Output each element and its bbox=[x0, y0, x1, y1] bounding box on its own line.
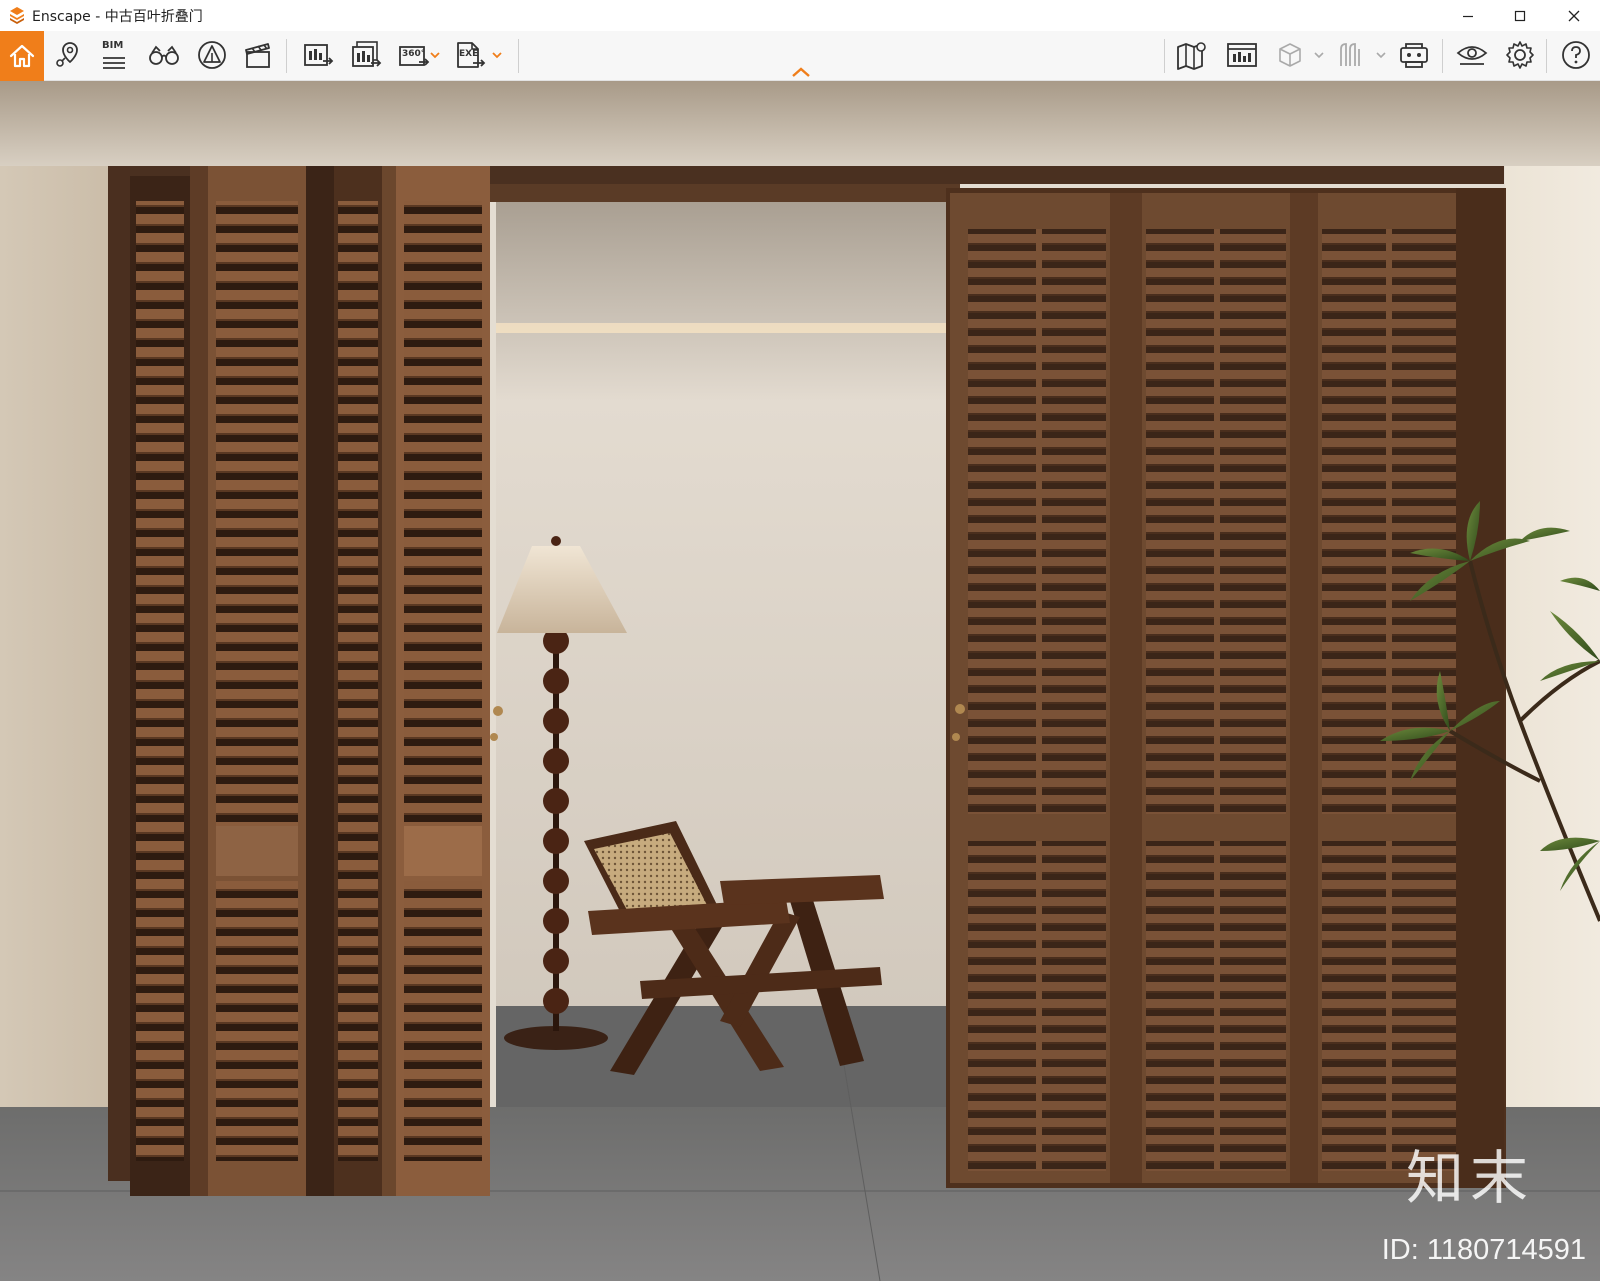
settings-button[interactable] bbox=[1500, 35, 1540, 75]
chevron-down-icon[interactable] bbox=[430, 50, 440, 60]
main-toolbar: BIM 360° EXE bbox=[0, 31, 1600, 81]
capture-gallery-icon bbox=[1227, 43, 1257, 67]
map-button[interactable] bbox=[1172, 35, 1212, 75]
batch-render-icon bbox=[352, 41, 382, 67]
section-button[interactable] bbox=[1330, 35, 1370, 75]
toolbar-separator bbox=[286, 39, 287, 73]
vr-headset-button[interactable] bbox=[1394, 35, 1434, 75]
toolbar-separator bbox=[1164, 39, 1165, 73]
asset-library-icon bbox=[198, 41, 226, 69]
map-icon bbox=[1177, 42, 1206, 70]
exe-label: EXE bbox=[459, 49, 479, 59]
view-cube-icon bbox=[1279, 43, 1301, 67]
window-title: Enscape - 中古百叶折叠门 bbox=[32, 9, 203, 25]
screenshot-export-icon bbox=[304, 44, 334, 66]
visual-settings-button[interactable] bbox=[1452, 35, 1492, 75]
watermark-id: ID: 1180714591 bbox=[1381, 1234, 1586, 1266]
video-editor-icon bbox=[245, 43, 270, 68]
title-bar: Enscape - 中古百叶折叠门 bbox=[0, 0, 1600, 31]
enscape-logo-icon bbox=[10, 7, 24, 24]
maximize-icon bbox=[1514, 10, 1526, 21]
watermark-brand: 知末 bbox=[1405, 1144, 1534, 1212]
chevron-down-icon[interactable] bbox=[492, 50, 502, 60]
visual-settings-icon bbox=[1456, 46, 1488, 65]
maximize-button[interactable] bbox=[1494, 0, 1546, 31]
asset-library-button[interactable] bbox=[192, 35, 232, 75]
render-viewport[interactable]: 知末 ID: 1180714591 bbox=[0, 81, 1600, 1281]
views-button[interactable] bbox=[48, 35, 88, 75]
walk-mode-button[interactable] bbox=[144, 35, 184, 75]
settings-gear-icon bbox=[1506, 41, 1534, 69]
video-editor-button[interactable] bbox=[238, 35, 278, 75]
close-icon bbox=[1568, 10, 1580, 21]
batch-render-button[interactable] bbox=[346, 35, 386, 75]
home-icon bbox=[9, 44, 35, 68]
help-icon bbox=[1562, 41, 1590, 69]
chevron-up-icon[interactable] bbox=[790, 66, 812, 78]
location-pin-icon bbox=[56, 42, 78, 67]
minimize-button[interactable] bbox=[1442, 0, 1494, 31]
screenshot-button[interactable] bbox=[298, 35, 338, 75]
minimize-icon bbox=[1463, 15, 1473, 17]
vr-headset-icon bbox=[1400, 43, 1428, 68]
binoculars-icon bbox=[149, 45, 179, 65]
chevron-down-icon[interactable] bbox=[1314, 50, 1324, 60]
section-icon bbox=[1340, 43, 1360, 66]
panorama-label: 360° bbox=[402, 49, 426, 59]
bim-label: BIM bbox=[102, 40, 124, 51]
view-cube-button[interactable] bbox=[1270, 35, 1310, 75]
capture-gallery-button[interactable] bbox=[1222, 35, 1262, 75]
toolbar-separator bbox=[1546, 39, 1547, 73]
close-button[interactable] bbox=[1548, 0, 1600, 31]
help-button[interactable] bbox=[1556, 35, 1596, 75]
toolbar-separator bbox=[1442, 39, 1443, 73]
scene-render bbox=[0, 81, 1600, 1281]
chevron-down-icon[interactable] bbox=[1376, 50, 1386, 60]
home-button[interactable] bbox=[0, 31, 44, 81]
toolbar-separator bbox=[518, 39, 519, 73]
